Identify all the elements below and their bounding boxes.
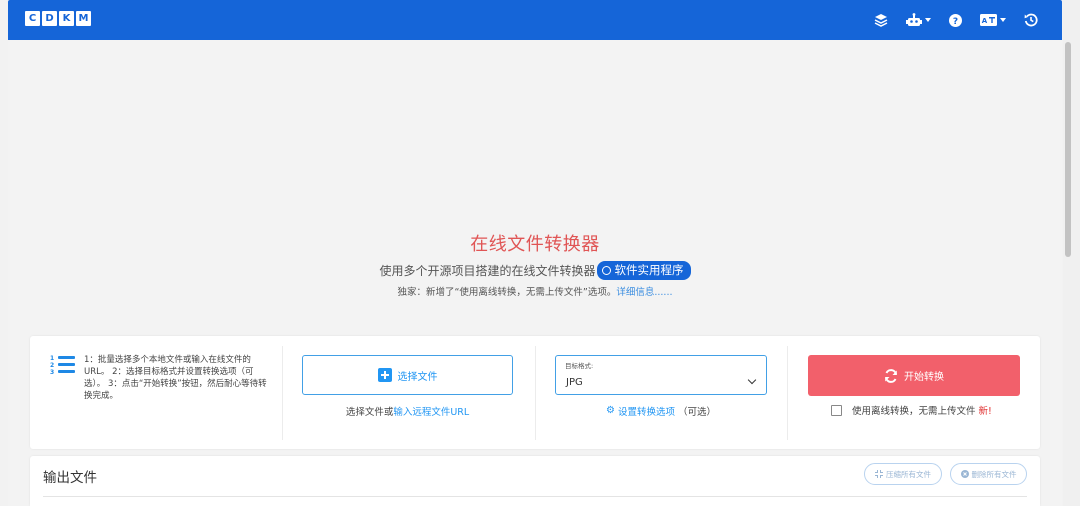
software-utility-badge[interactable]: 软件实用程序	[596, 261, 691, 280]
compress-all-label: 压缩所有文件	[886, 469, 931, 479]
conversion-options: ⚙ 设置转换选项 （可选）	[555, 404, 767, 419]
chevron-down-icon	[925, 18, 931, 22]
top-navbar: C D K M ? A	[8, 0, 1062, 40]
choose-files-button[interactable]: 选择文件	[302, 355, 513, 395]
logo-letter: C	[25, 11, 40, 26]
chevron-down-icon	[747, 375, 757, 385]
conversion-options-link[interactable]: 设置转换选项	[618, 404, 675, 418]
delete-all-label: 删除所有文件	[971, 469, 1017, 479]
format-label: 目标格式:	[565, 362, 594, 370]
start-convert-button[interactable]: 开始转换	[808, 355, 1020, 396]
subtitle-text: 使用多个开源项目搭建的在线文件转换器	[379, 264, 596, 278]
offline-label: 使用离线转换，无需上传文件	[852, 406, 976, 417]
gear-icon: ⚙	[606, 405, 615, 416]
svg-text:A: A	[982, 17, 988, 25]
page-title: 在线文件转换器	[470, 234, 600, 255]
remote-url-link[interactable]: 输入远程文件URL	[393, 407, 469, 418]
layers-icon[interactable]	[874, 11, 888, 29]
robot-menu[interactable]	[906, 11, 931, 29]
history-icon[interactable]	[1024, 11, 1038, 29]
numbered-list-icon: 123	[50, 354, 78, 378]
delete-all-button[interactable]: 删除所有文件	[950, 463, 1027, 485]
logo-letter: K	[59, 11, 74, 26]
logo-letter: M	[76, 11, 91, 26]
logo-letter: D	[42, 11, 57, 26]
output-panel: 输出文件 压缩所有文件 删除所有文件	[30, 456, 1040, 506]
caption-text: 选择文件或	[345, 407, 394, 418]
file-select-caption: 选择文件或输入远程文件URL	[302, 404, 513, 418]
divider	[43, 496, 1027, 497]
help-icon[interactable]: ?	[949, 11, 962, 29]
start-convert-label: 开始转换	[904, 372, 944, 383]
language-menu[interactable]: A	[980, 11, 1006, 29]
svg-text:?: ?	[953, 17, 958, 27]
offline-option: 使用离线转换，无需上传文件 新!	[831, 403, 992, 417]
instructions: 123 1：批量选择多个本地文件或输入在线文件的URL。 2：选择目标格式并设置…	[50, 354, 270, 402]
scrollbar-thumb[interactable]	[1065, 42, 1071, 257]
choose-files-label: 选择文件	[397, 371, 438, 383]
offline-checkbox[interactable]	[831, 404, 842, 416]
chevron-down-icon	[1000, 18, 1006, 22]
play-circle-icon	[601, 265, 611, 275]
note-text: 独家：新增了“使用离线转换，无需上传文件”选项。	[397, 287, 617, 298]
exclusive-note: 独家：新增了“使用离线转换，无需上传文件”选项。详细信息......	[0, 284, 1070, 298]
divider	[535, 346, 536, 440]
divider	[282, 346, 283, 440]
format-value: JPG	[566, 377, 583, 388]
language-icon: A	[980, 14, 997, 26]
optional-note: （可选）	[677, 407, 716, 418]
details-link[interactable]: 详细信息......	[616, 287, 672, 298]
browser-page: C D K M ? A 在线文件转换器 使用多个开源项目搭建的在线文件转换器 软…	[0, 0, 1080, 506]
instructions-text: 1：批量选择多个本地文件或输入在线文件的URL。 2：选择目标格式并设置转换选项…	[84, 355, 267, 401]
target-format-select[interactable]: 目标格式: JPG	[555, 355, 767, 395]
output-title: 输出文件	[43, 470, 97, 486]
refresh-icon	[885, 368, 897, 383]
site-logo[interactable]: C D K M	[25, 11, 91, 26]
badge-label: 软件实用程序	[614, 263, 684, 277]
converter-panel: 123 1：批量选择多个本地文件或输入在线文件的URL。 2：选择目标格式并设置…	[30, 336, 1040, 449]
divider	[787, 346, 788, 440]
robot-icon	[906, 13, 922, 26]
plus-square-icon	[377, 368, 392, 382]
hero-subtitle: 使用多个开源项目搭建的在线文件转换器 软件实用程序	[0, 261, 1070, 280]
new-badge: 新!	[978, 406, 992, 417]
close-circle-icon	[960, 470, 969, 478]
compress-all-button[interactable]: 压缩所有文件	[864, 463, 942, 485]
compress-icon	[875, 470, 883, 478]
